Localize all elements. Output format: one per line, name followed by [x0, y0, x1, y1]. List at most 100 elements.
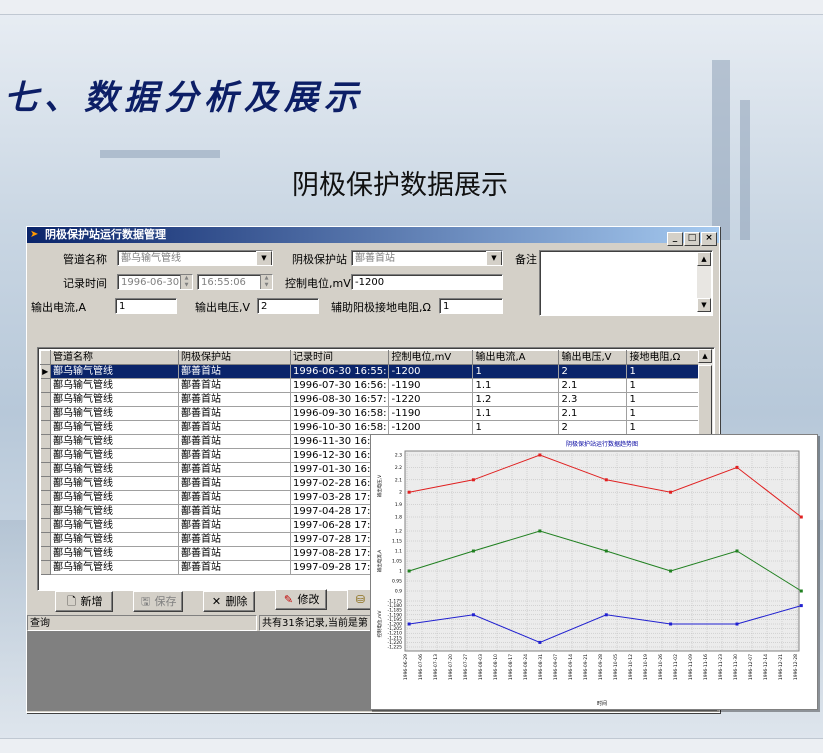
table-row[interactable]: 鄯乌输气管线 鄯善首站 1996-09-30 16:58: -1190 1.1 2.1 1: [40, 406, 710, 421]
table-cell[interactable]: 鄯乌输气管线: [50, 560, 179, 575]
table-cell[interactable]: 鄯乌输气管线: [50, 476, 179, 491]
chevron-down-icon[interactable]: ▼: [256, 251, 272, 265]
table-cell[interactable]: 1: [626, 420, 710, 435]
remark-scrollbar[interactable]: ▲ ▼: [697, 252, 711, 312]
table-cell[interactable]: -1200: [388, 420, 474, 435]
table-cell[interactable]: 1: [472, 364, 560, 379]
column-header[interactable]: 阴极保护站: [178, 350, 291, 365]
table-cell[interactable]: 1: [626, 364, 710, 379]
table-cell[interactable]: -1200: [388, 364, 474, 379]
table-cell[interactable]: -1190: [388, 378, 474, 393]
row-indicator[interactable]: [40, 406, 51, 421]
table-cell[interactable]: 2: [558, 364, 628, 379]
remark-textarea[interactable]: ▲ ▼: [539, 250, 713, 316]
table-cell[interactable]: 鄯乌输气管线: [50, 462, 179, 477]
table-cell[interactable]: 1: [472, 420, 560, 435]
table-cell[interactable]: 鄯善首站: [178, 504, 291, 519]
table-cell[interactable]: 鄯乌输气管线: [50, 392, 179, 407]
row-indicator[interactable]: [40, 504, 51, 519]
row-indicator[interactable]: [40, 448, 51, 463]
table-cell[interactable]: 鄯善首站: [178, 546, 291, 561]
scroll-up-icon[interactable]: ▲: [698, 349, 712, 363]
table-cell[interactable]: 鄯善首站: [178, 420, 291, 435]
table-cell[interactable]: 鄯乌输气管线: [50, 504, 179, 519]
table-cell[interactable]: 1996-10-30 16:58:: [290, 420, 390, 435]
potential-input[interactable]: -1200: [351, 274, 503, 290]
row-indicator[interactable]: [40, 462, 51, 477]
table-cell[interactable]: 2.3: [558, 392, 628, 407]
table-cell[interactable]: 鄯乌输气管线: [50, 448, 179, 463]
station-select[interactable]: 鄯善首站 ▼: [351, 250, 503, 266]
row-indicator[interactable]: [40, 476, 51, 491]
table-cell[interactable]: 1996-08-30 16:57:: [290, 392, 390, 407]
add-button[interactable]: 🗋 新增: [55, 591, 113, 612]
table-cell[interactable]: 1.2: [472, 392, 560, 407]
table-cell[interactable]: 2.1: [558, 378, 628, 393]
time-picker[interactable]: 16:55:06 ▲ ▼: [197, 274, 273, 290]
table-cell[interactable]: 鄯善首站: [178, 378, 291, 393]
trend-chart-window[interactable]: 阴极保护站运行数据趋势图 1996-06-29 1996-07-06 1996-07-…: [370, 434, 818, 710]
row-indicator[interactable]: [40, 532, 51, 547]
column-header[interactable]: 输出电压,V: [558, 350, 628, 365]
table-cell[interactable]: -1220: [388, 392, 474, 407]
row-indicator[interactable]: [40, 420, 51, 435]
column-header[interactable]: 输出电流,A: [472, 350, 560, 365]
table-row[interactable]: 鄯乌输气管线 鄯善首站 1996-07-30 16:56: -1190 1.1 2.1 1: [40, 378, 710, 393]
table-cell[interactable]: 鄯善首站: [178, 532, 291, 547]
table-cell[interactable]: 1.1: [472, 406, 560, 421]
table-cell[interactable]: -1190: [388, 406, 474, 421]
table-cell[interactable]: 鄯乌输气管线: [50, 532, 179, 547]
save-button[interactable]: 🖫 保存: [133, 591, 183, 612]
row-indicator[interactable]: [40, 392, 51, 407]
table-cell[interactable]: 鄯善首站: [178, 560, 291, 575]
delete-button[interactable]: ✕ 删除: [203, 591, 255, 612]
table-cell[interactable]: 2.1: [558, 406, 628, 421]
table-cell[interactable]: 1996-06-30 16:55:: [290, 364, 390, 379]
date-spin-icon[interactable]: ▲ ▼: [180, 275, 192, 289]
date-picker[interactable]: 1996-06-30 ▲ ▼: [117, 274, 193, 290]
column-header[interactable]: 接地电阻,Ω: [626, 350, 710, 365]
table-cell[interactable]: 1: [626, 392, 710, 407]
voltage-input[interactable]: 2: [257, 298, 319, 314]
resistance-input[interactable]: 1: [439, 298, 503, 314]
table-row[interactable]: ▶ 鄯乌输气管线 鄯善首站 1996-06-30 16:55: -1200 1 2 1: [40, 364, 710, 379]
table-cell[interactable]: 2: [558, 420, 628, 435]
table-cell[interactable]: 鄯善首站: [178, 434, 291, 449]
scroll-down-icon[interactable]: ▼: [697, 298, 711, 312]
column-header[interactable]: 控制电位,mV: [388, 350, 474, 365]
table-cell[interactable]: 1.1: [472, 378, 560, 393]
table-cell[interactable]: 鄯善首站: [178, 448, 291, 463]
scroll-thumb[interactable]: [698, 365, 712, 435]
table-cell[interactable]: 鄯乌输气管线: [50, 546, 179, 561]
modify-button[interactable]: ✎ 修改: [275, 589, 327, 610]
table-cell[interactable]: 鄯善首站: [178, 518, 291, 533]
table-cell[interactable]: 1: [626, 406, 710, 421]
row-indicator[interactable]: [40, 518, 51, 533]
current-input[interactable]: 1: [115, 298, 177, 314]
table-cell[interactable]: 鄯乌输气管线: [50, 406, 179, 421]
table-cell[interactable]: 鄯乌输气管线: [50, 364, 179, 379]
table-cell[interactable]: 1996-07-30 16:56:: [290, 378, 390, 393]
scroll-up-icon[interactable]: ▲: [697, 252, 711, 266]
row-indicator[interactable]: [40, 378, 51, 393]
row-indicator[interactable]: [40, 490, 51, 505]
table-cell[interactable]: 鄯善首站: [178, 462, 291, 477]
row-indicator[interactable]: [40, 546, 51, 561]
table-cell[interactable]: 鄯善首站: [178, 392, 291, 407]
chevron-down-icon[interactable]: ▼: [486, 251, 502, 265]
current-row-arrow-icon[interactable]: ▶: [40, 364, 51, 379]
row-indicator[interactable]: [40, 560, 51, 575]
table-cell[interactable]: 鄯乌输气管线: [50, 518, 179, 533]
table-cell[interactable]: 鄯乌输气管线: [50, 434, 179, 449]
column-header[interactable]: 记录时间: [289, 350, 390, 365]
table-cell[interactable]: 鄯乌输气管线: [50, 490, 179, 505]
table-row[interactable]: 鄯乌输气管线 鄯善首站 1996-08-30 16:57: -1220 1.2 2.3 1: [40, 392, 710, 407]
table-cell[interactable]: 鄯善首站: [178, 364, 291, 379]
time-spin-icon[interactable]: ▲ ▼: [260, 275, 272, 289]
column-header[interactable]: 管道名称: [50, 350, 179, 365]
table-cell[interactable]: 鄯乌输气管线: [50, 378, 179, 393]
row-indicator[interactable]: [40, 434, 51, 449]
window-titlebar[interactable]: ➤ 阴极保护站运行数据管理 _ □ ×: [27, 227, 719, 246]
table-cell[interactable]: 1: [626, 378, 710, 393]
table-cell[interactable]: 鄯善首站: [178, 476, 291, 491]
